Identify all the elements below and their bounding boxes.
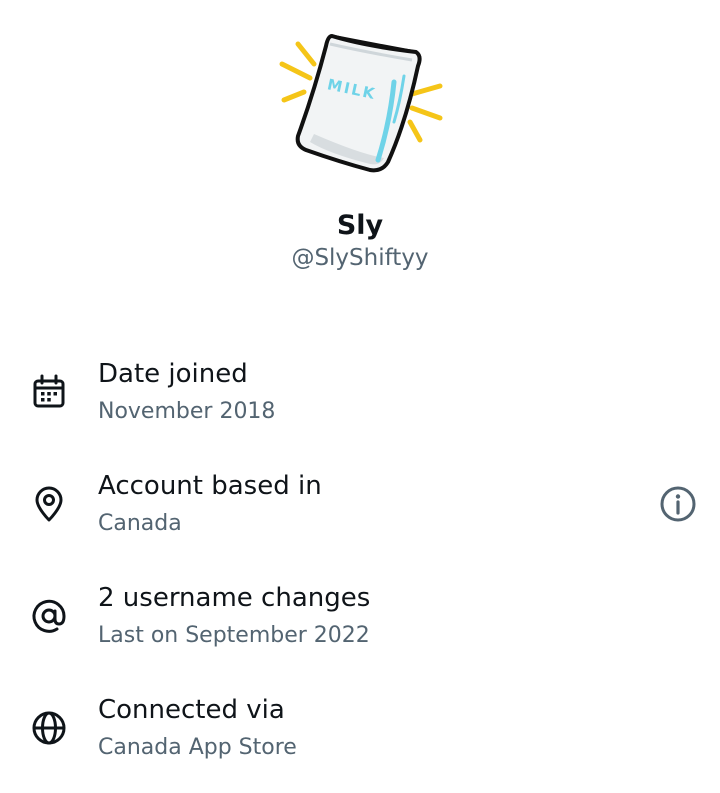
profile-name: Sly: [336, 210, 384, 241]
info-row-date-joined: Date joined November 2018: [0, 357, 720, 457]
row-title: 2 username changes: [98, 583, 371, 613]
row-subtitle: Canada App Store: [98, 735, 297, 760]
avatar: MILK: [270, 22, 450, 187]
info-row-connected-via: Connected via Canada App Store: [0, 693, 720, 793]
globe-icon: [30, 709, 68, 747]
profile-handle: @SlyShiftyy: [291, 245, 429, 271]
milk-bag-icon: MILK: [279, 34, 443, 173]
row-title: Connected via: [98, 695, 285, 725]
info-icon[interactable]: [658, 484, 698, 524]
row-subtitle: November 2018: [98, 399, 276, 424]
calendar-icon: [30, 373, 68, 411]
location-pin-icon: [30, 485, 68, 523]
info-row-username-changes: 2 username changes Last on September 202…: [0, 581, 720, 681]
row-title: Date joined: [98, 359, 248, 389]
info-row-account-based-in: Account based in Canada: [0, 469, 720, 569]
row-title: Account based in: [98, 471, 322, 501]
row-subtitle: Canada: [98, 511, 182, 536]
row-subtitle: Last on September 2022: [98, 623, 370, 648]
at-sign-icon: [30, 597, 68, 635]
